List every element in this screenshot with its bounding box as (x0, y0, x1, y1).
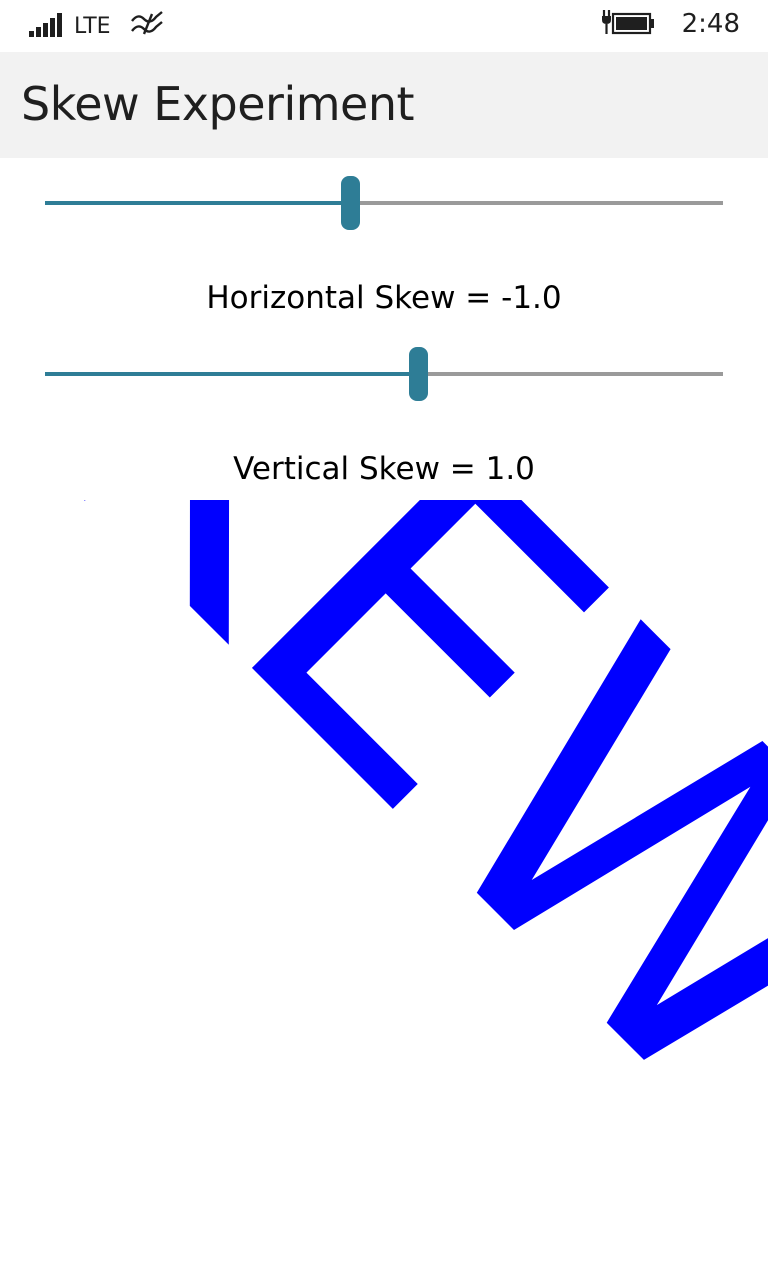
battery-charging-icon (602, 10, 654, 35)
vertical-skew-slider[interactable] (45, 346, 723, 402)
skewed-text: SKEW (0, 500, 768, 1196)
screen: LTE 2:48 Skew Experiment Horizontal Skew… (0, 0, 768, 1280)
signal-strength-icon (29, 13, 62, 37)
status-clock: 2:48 (681, 9, 740, 39)
slider-fill (45, 372, 418, 376)
horizontal-skew-slider[interactable] (45, 175, 723, 231)
data-transfer-icon (131, 11, 163, 35)
slider-fill (45, 201, 351, 205)
horizontal-skew-label: Horizontal Skew = -1.0 (206, 280, 562, 316)
page-title: Skew Experiment (21, 77, 415, 131)
skew-canvas: SKEW (0, 500, 768, 1280)
slider-thumb[interactable] (408, 347, 428, 401)
vertical-skew-label: Vertical Skew = 1.0 (233, 451, 535, 487)
slider-thumb[interactable] (341, 176, 361, 230)
network-type-label: LTE (74, 14, 111, 39)
status-bar: LTE 2:48 (0, 0, 768, 50)
title-bar: Skew Experiment (0, 52, 768, 158)
